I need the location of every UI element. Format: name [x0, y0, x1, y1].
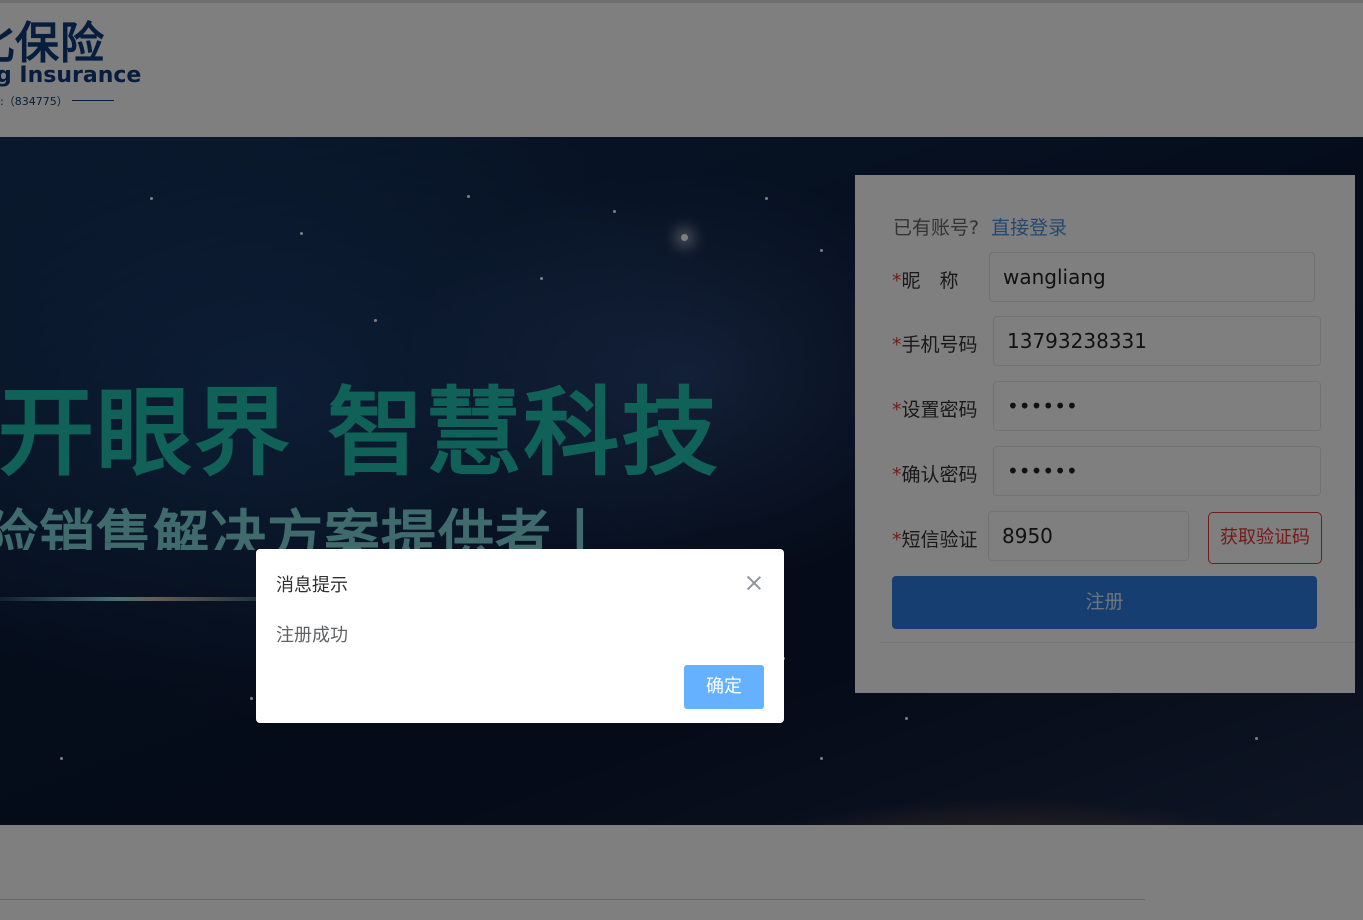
- message-dialog: 消息提示 注册成功 确定: [256, 549, 784, 723]
- confirm-button[interactable]: 确定: [684, 665, 764, 709]
- dialog-message: 注册成功: [276, 625, 348, 646]
- modal-overlay[interactable]: [0, 0, 1363, 920]
- close-icon[interactable]: [744, 573, 764, 593]
- dialog-title: 消息提示: [276, 575, 348, 596]
